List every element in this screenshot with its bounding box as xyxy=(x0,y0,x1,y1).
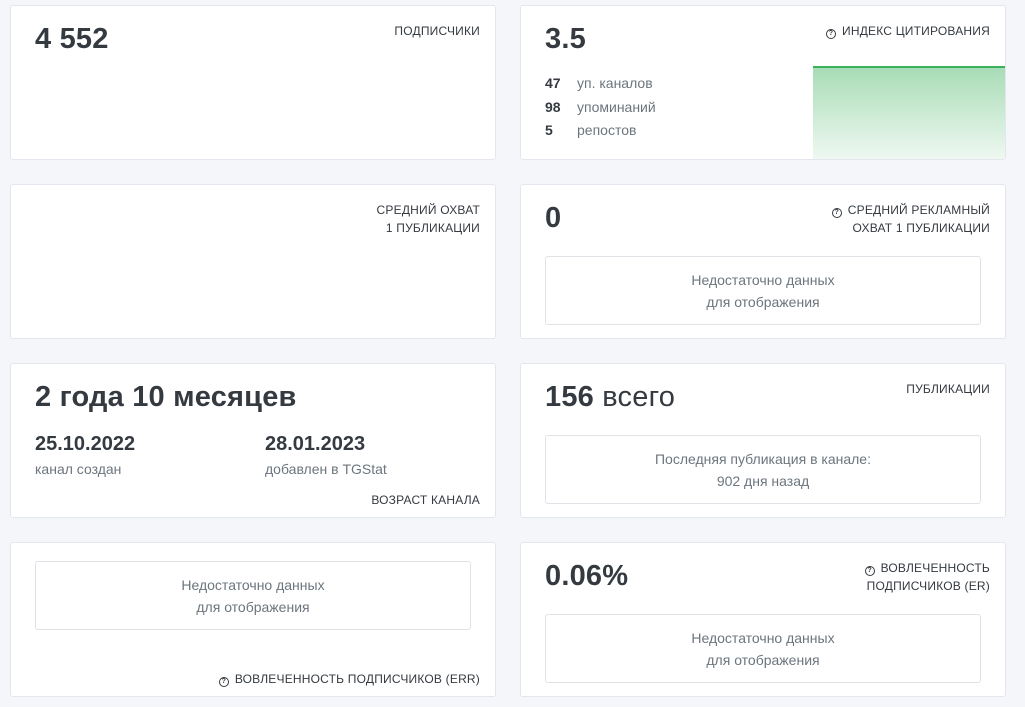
sparkline-area xyxy=(813,67,1005,159)
last-publication-box: Последняя публикация в канале: 902 дня н… xyxy=(545,435,981,504)
er-label: ? ВОВЛЕЧЕННОСТЬ ПОДПИСЧИКОВ (ER) xyxy=(864,559,990,595)
citation-index-card: 3.5 ? ИНДЕКС ЦИТИРОВАНИЯ 47 уп. каналов 98… xyxy=(520,5,1006,160)
question-circle-icon[interactable]: ? xyxy=(864,566,875,576)
stat-row-mentions: 98 упоминаний xyxy=(545,99,656,115)
err-label: ? ВОВЛЕЧЕННОСТЬ ПОДПИСЧИКОВ (ERR) xyxy=(218,670,480,688)
avg-reach-label: СРЕДНИЙ ОХВАТ 1 ПУБЛИКАЦИИ xyxy=(376,203,480,235)
added-date-label: добавлен в TGStat xyxy=(265,461,387,477)
citation-index-label: ? ИНДЕКС ЦИТИРОВАНИЯ xyxy=(826,22,990,40)
stat-row-channels: 47 уп. каналов xyxy=(545,75,653,91)
avg-ad-reach-card: 0 ? СРЕДНИЙ РЕКЛАМНЫЙ ОХВАТ 1 ПУБЛИКАЦИИ … xyxy=(520,184,1006,339)
er-card: 0.06% ? ВОВЛЕЧЕННОСТЬ ПОДПИСЧИКОВ (ER) Не… xyxy=(520,542,1006,697)
channel-age-card: 2 года 10 месяцев 25.10.2022 канал созда… xyxy=(10,363,496,518)
no-data-box: Недостаточно данных для отображения xyxy=(545,614,981,683)
avg-ad-reach-label: ? СРЕДНИЙ РЕКЛАМНЫЙ ОХВАТ 1 ПУБЛИКАЦИИ xyxy=(831,201,990,237)
publications-total: 156 всего xyxy=(545,381,676,413)
question-circle-icon[interactable]: ? xyxy=(218,677,229,687)
publications-label: ПУБЛИКАЦИИ xyxy=(906,382,990,396)
no-data-box: Недостаточно данных для отображения xyxy=(545,256,981,325)
created-date-label: канал создан xyxy=(35,461,122,477)
avg-reach-card: СРЕДНИЙ ОХВАТ 1 ПУБЛИКАЦИИ xyxy=(10,184,496,339)
channel-age-label: ВОЗРАСТ КАНАЛА xyxy=(371,493,480,507)
publications-card: 156 всего ПУБЛИКАЦИИ Последняя публикаци… xyxy=(520,363,1006,518)
question-circle-icon[interactable]: ? xyxy=(826,29,837,39)
stat-row-reposts: 5 репостов xyxy=(545,122,637,138)
citation-index-value: 3.5 xyxy=(545,23,586,55)
channel-age-value: 2 года 10 месяцев xyxy=(35,381,297,413)
subscribers-label: ПОДПИСЧИКИ xyxy=(394,24,480,38)
question-circle-icon[interactable]: ? xyxy=(831,208,842,218)
added-date: 28.01.2023 xyxy=(265,433,366,455)
subscribers-count: 4 552 xyxy=(35,23,109,55)
no-data-box: Недостаточно данных для отображения xyxy=(35,561,471,630)
avg-ad-reach-value: 0 xyxy=(545,202,562,234)
er-value: 0.06% xyxy=(545,560,629,592)
err-card: Недостаточно данных для отображения ? ВОВ… xyxy=(10,542,496,697)
created-date: 25.10.2022 xyxy=(35,433,136,455)
subscribers-card: 4 552 ПОДПИСЧИКИ xyxy=(10,5,496,160)
citation-sparkline-chart xyxy=(813,66,1005,159)
